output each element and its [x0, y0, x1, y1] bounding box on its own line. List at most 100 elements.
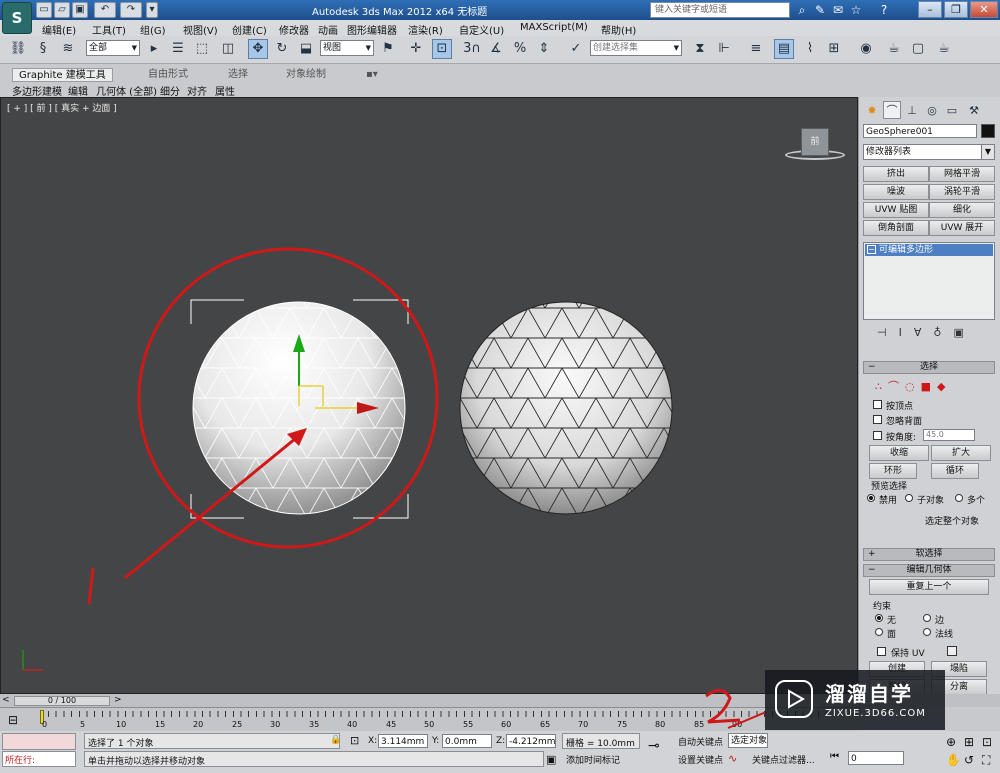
named-selection-dropdown[interactable]: 创建选择集 — [590, 40, 682, 56]
redo-icon[interactable]: ↷ — [120, 2, 142, 18]
by-vertex-checkbox[interactable] — [873, 400, 882, 409]
material-editor-icon[interactable]: ◉ — [856, 39, 876, 59]
track-bar-toggle-icon[interactable]: ⊟ — [8, 713, 18, 727]
modify-tab-icon[interactable]: ⌒ — [883, 101, 901, 119]
maximize-viewport-icon[interactable]: ⛶ — [982, 753, 990, 768]
subtab-align[interactable]: 对齐 — [187, 83, 207, 98]
menu-maxscript[interactable]: MAXScript(M) — [520, 22, 588, 33]
graphite-toggle-icon[interactable]: ▤ — [774, 39, 794, 59]
modifier-list-dropdown[interactable]: 修改器列表 — [863, 144, 995, 160]
selection-filter-dropdown[interactable]: 全部 — [86, 40, 140, 56]
show-end-result-icon[interactable]: Ⅰ — [899, 326, 914, 339]
new-file-icon[interactable]: ▭ — [36, 2, 52, 18]
modifier-uvw-map-button[interactable]: UVW 贴图 — [863, 202, 929, 218]
schematic-view-icon[interactable]: ⊞ — [824, 39, 844, 59]
time-slider[interactable]: 0 / 100 — [14, 696, 110, 706]
modifier-meshsmooth-button[interactable]: 网格平滑 — [929, 166, 995, 182]
element-level-icon[interactable]: ◆ — [937, 380, 951, 393]
repeat-last-button[interactable]: 重复上一个 — [869, 579, 989, 595]
menu-rendering[interactable]: 渲染(R) — [408, 22, 443, 37]
menu-help[interactable]: 帮助(H) — [601, 22, 636, 37]
keyboard-shortcut-override-icon[interactable]: ⊡ — [432, 39, 452, 59]
help-icon[interactable]: ? — [876, 2, 892, 18]
menu-create[interactable]: 创建(C) — [232, 22, 267, 37]
selected-object-dropdown[interactable]: 选定对象 — [728, 733, 768, 748]
subtab-polygon-modeling[interactable]: 多边形建模 — [12, 83, 62, 98]
orbit-icon[interactable]: ↺ — [964, 753, 974, 767]
set-key-button[interactable]: 设置关键点 — [678, 753, 723, 766]
search-input[interactable]: 键入关键字或短语 — [650, 2, 790, 18]
lock-selection-icon[interactable]: 🔒 — [330, 735, 341, 745]
remove-modifier-icon[interactable]: ♁ — [933, 326, 953, 339]
time-prev-icon[interactable]: < — [2, 695, 10, 705]
rendered-frame-icon[interactable]: ▢ — [908, 39, 928, 59]
motion-tab-icon[interactable]: ◎ — [923, 101, 941, 119]
modifier-bevel-profile-button[interactable]: 倒角剖面 — [863, 220, 929, 236]
ignore-backfacing-checkbox[interactable] — [873, 415, 882, 424]
border-level-icon[interactable]: ◌ — [905, 380, 921, 393]
ribbon-options-icon[interactable]: ▪▾ — [360, 68, 384, 82]
preview-multi-radio[interactable] — [955, 494, 963, 502]
x-coordinate-field[interactable]: 3.114mm — [378, 734, 428, 748]
constraint-normal-radio[interactable] — [923, 628, 931, 636]
maxscript-line[interactable]: 所在行: — [2, 751, 76, 767]
rectangle-selection-icon[interactable]: ⬚ — [192, 39, 212, 59]
align-icon[interactable]: ⊩ — [714, 39, 734, 59]
hierarchy-tab-icon[interactable]: ⊥ — [903, 101, 921, 119]
loop-button[interactable]: 循环 — [931, 463, 979, 479]
select-and-scale-icon[interactable]: ⬓ — [296, 39, 316, 59]
menu-modifiers[interactable]: 修改器 — [279, 22, 309, 37]
render-setup-icon[interactable]: ☕ — [884, 39, 904, 59]
link-icon[interactable]: ⛓ — [8, 39, 28, 59]
subtab-edit[interactable]: 编辑 — [68, 83, 88, 98]
set-key-icon[interactable]: ⊸ — [648, 738, 660, 754]
tab-object-paint[interactable]: 对象绘制 — [280, 68, 332, 82]
pivot-center-icon[interactable]: ⚑ — [378, 39, 398, 59]
curve-editor-icon[interactable]: ⌇ — [800, 39, 820, 59]
mirror-icon[interactable]: ⧗ — [690, 39, 710, 59]
communication-icon[interactable]: ✉ — [830, 2, 846, 18]
ring-button[interactable]: 环形 — [869, 463, 917, 479]
angle-snap-icon[interactable]: ∡ — [486, 39, 506, 59]
render-production-icon[interactable]: ☕ — [934, 39, 954, 59]
make-unique-icon[interactable]: ∀ — [914, 326, 934, 339]
y-coordinate-field[interactable]: 0.0mm — [442, 734, 492, 748]
expand-icon[interactable]: − — [867, 245, 876, 254]
close-button[interactable]: ✕ — [970, 1, 998, 18]
menu-tools[interactable]: 工具(T) — [92, 22, 126, 37]
unlink-icon[interactable]: § — [33, 39, 53, 59]
grow-button[interactable]: 扩大 — [931, 445, 991, 461]
reference-coordinate-dropdown[interactable]: 视图 — [320, 40, 374, 56]
maxscript-listener[interactable] — [2, 733, 76, 750]
auto-key-button[interactable]: 自动关键点 — [678, 735, 723, 748]
pan-icon[interactable]: ✋ — [946, 753, 961, 767]
zoom-all-icon[interactable]: ⊞ — [964, 735, 974, 749]
menu-customize[interactable]: 自定义(U) — [459, 22, 504, 37]
preserve-uv-settings-icon[interactable] — [947, 646, 957, 656]
pin-stack-icon[interactable]: ⊣ — [877, 326, 899, 339]
modifier-turbosmooth-button[interactable]: 涡轮平滑 — [929, 184, 995, 200]
restore-button[interactable]: ❐ — [944, 1, 968, 18]
utilities-tab-icon[interactable]: ⚒ — [965, 101, 983, 119]
select-object-icon[interactable]: ▸ — [144, 39, 164, 59]
vertex-level-icon[interactable]: ∴ — [875, 380, 888, 393]
modifier-tessellate-button[interactable]: 细化 — [929, 202, 995, 218]
menu-graph-editors[interactable]: 图形编辑器 — [347, 22, 397, 37]
current-frame-field[interactable]: 0 — [848, 751, 904, 765]
favorites-icon[interactable]: ☆ — [848, 2, 864, 18]
menu-edit[interactable]: 编辑(E) — [42, 22, 76, 37]
tab-freeform[interactable]: 自由形式 — [142, 68, 194, 82]
constraint-face-radio[interactable] — [875, 628, 883, 636]
object-color-swatch[interactable] — [981, 124, 995, 138]
rollout-selection-header[interactable]: − 选择 — [863, 361, 995, 374]
stack-toolbar[interactable]: ⊣Ⅰ∀♁▣ — [877, 326, 976, 339]
time-next-icon[interactable]: > — [114, 695, 122, 705]
rollout-edit-geometry-header[interactable]: − 编辑几何体 — [863, 564, 995, 577]
menu-group[interactable]: 组(G) — [140, 22, 166, 37]
preview-off-radio[interactable] — [867, 494, 875, 502]
key-filters-button[interactable]: 关键点过滤器... — [752, 753, 815, 766]
z-coordinate-field[interactable]: -4.212mm — [506, 734, 556, 748]
constraint-none-radio[interactable] — [875, 614, 883, 622]
preview-subobj-radio[interactable] — [905, 494, 913, 502]
stack-item-editable-poly[interactable]: − 可编辑多边形 — [865, 244, 993, 256]
